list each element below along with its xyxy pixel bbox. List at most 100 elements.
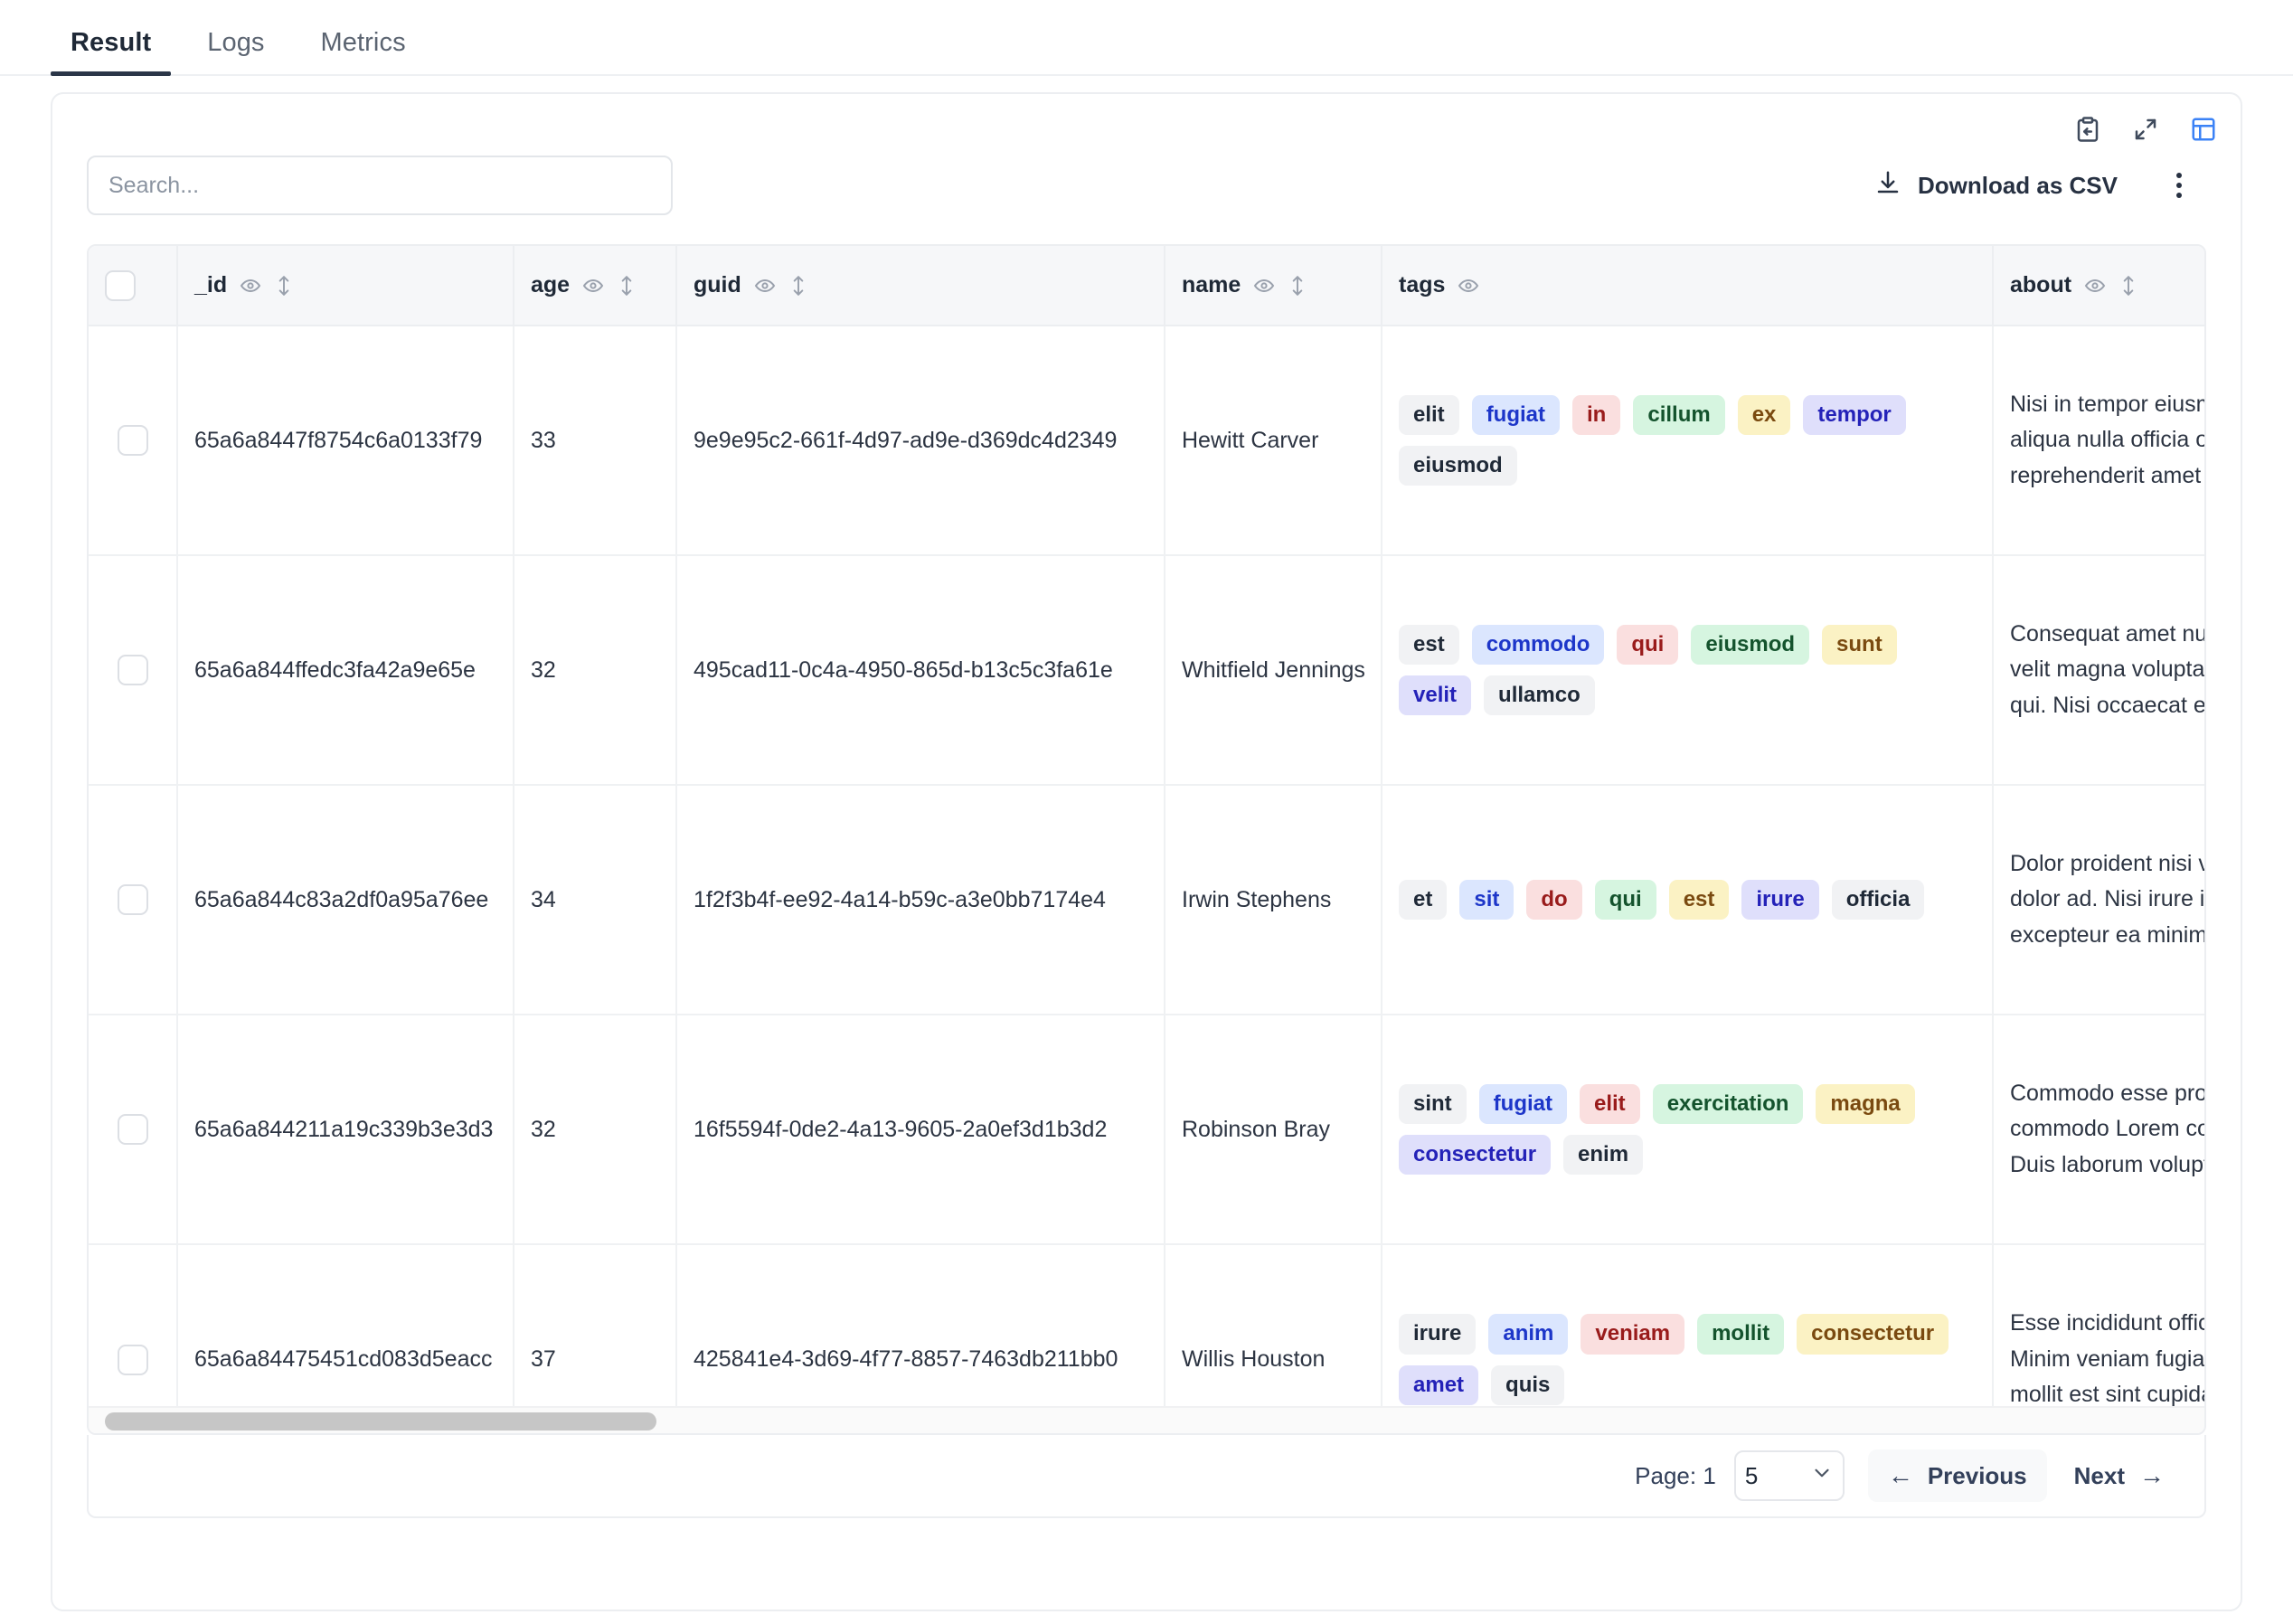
table-row[interactable]: 65a6a844ffedc3fa42a9e65e32495cad11-0c4a-… [89, 555, 2206, 785]
sort-column-name-icon[interactable] [1288, 274, 1307, 297]
table-view-icon[interactable] [2188, 114, 2219, 145]
horizontal-scrollbar-thumb[interactable] [105, 1412, 656, 1430]
cell-guid: 16f5594f-0de2-4a13-9605-2a0ef3d1b3d2 [676, 1015, 1165, 1244]
sort-column-age-icon[interactable] [617, 274, 637, 297]
about-line: Commodo esse proident e [2010, 1076, 2206, 1112]
hide-column-age-eye-icon[interactable] [582, 275, 604, 297]
hide-column-tags-eye-icon[interactable] [1458, 275, 1479, 297]
table-header: _id age [89, 246, 2206, 326]
hide-column-id-eye-icon[interactable] [240, 275, 261, 297]
tag-chip: qui [1617, 625, 1678, 665]
download-csv-label: Download as CSV [1918, 172, 2118, 200]
next-page-button[interactable]: Next → [2054, 1449, 2184, 1502]
tag-chip: fugiat [1472, 395, 1560, 435]
result-panel-wrapper: Download as CSV _id [0, 76, 2293, 1611]
column-header-tags[interactable]: tags [1382, 246, 1993, 326]
tag-chip: quis [1491, 1365, 1564, 1405]
row-select-checkbox[interactable] [118, 655, 148, 685]
column-header-id[interactable]: _id [177, 246, 514, 326]
select-all-checkbox[interactable] [105, 270, 136, 301]
tag-chip: eiusmod [1399, 446, 1517, 486]
about-line: Dolor proident nisi voluptat [2010, 846, 2206, 883]
cell-tags: sintfugiatelitexercitationmagnaconsectet… [1382, 1015, 1993, 1244]
expand-fullscreen-icon[interactable] [2130, 114, 2161, 145]
cell-name: Hewitt Carver [1165, 326, 1382, 555]
tag-chip: consectetur [1797, 1314, 1949, 1354]
row-select-checkbox[interactable] [118, 1114, 148, 1145]
about-line: commodo Lorem consequa [2010, 1111, 2206, 1147]
tag-chip: mollit [1697, 1314, 1784, 1354]
next-page-label: Next [2074, 1462, 2125, 1490]
row-select-cell [89, 555, 177, 785]
page-size-select[interactable]: 5 [1734, 1450, 1845, 1501]
cell-guid: 1f2f3b4f-ee92-4a14-b59c-a3e0bb7174e4 [676, 785, 1165, 1015]
tab-result[interactable]: Result [51, 28, 171, 74]
row-select-checkbox[interactable] [118, 425, 148, 456]
cell-id: 65a6a844ffedc3fa42a9e65e [177, 555, 514, 785]
about-line: qui. Nisi occaecat et enim a [2010, 688, 2206, 724]
cell-id: 65a6a8447f8754c6a0133f79 [177, 326, 514, 555]
about-line: Minim veniam fugiat comm [2010, 1342, 2206, 1378]
table-row[interactable]: 65a6a844211a19c339b3e3d33216f5594f-0de2-… [89, 1015, 2206, 1244]
panel-icon-group [2072, 114, 2219, 145]
cell-age: 32 [514, 1015, 676, 1244]
tag-chip: tempor [1803, 395, 1905, 435]
column-header-age[interactable]: age [514, 246, 676, 326]
tag-chip: sit [1459, 880, 1514, 920]
download-csv-button[interactable]: Download as CSV [1862, 160, 2130, 212]
sort-column-guid-icon[interactable] [788, 274, 808, 297]
search-input[interactable] [87, 156, 673, 215]
column-header-about-label: about [2010, 272, 2071, 298]
table-scroll-container[interactable]: _id age [87, 244, 2206, 1435]
cell-about: Consequat amet nulla sit avelit magna vo… [1993, 555, 2206, 785]
cell-id: 65a6a844c83a2df0a95a76ee [177, 785, 514, 1015]
hide-column-guid-eye-icon[interactable] [754, 275, 776, 297]
table-row[interactable]: 65a6a844c83a2df0a95a76ee341f2f3b4f-ee92-… [89, 785, 2206, 1015]
table-row[interactable]: 65a6a8447f8754c6a0133f79339e9e95c2-661f-… [89, 326, 2206, 555]
table-footer: Page: 1 5 ← Previous Next → [87, 1435, 2206, 1518]
sort-column-id-icon[interactable] [274, 274, 294, 297]
cell-guid: 9e9e95c2-661f-4d97-ad9e-d369dc4d2349 [676, 326, 1165, 555]
hide-column-about-eye-icon[interactable] [2084, 275, 2106, 297]
controls-right-group: Download as CSV [1862, 160, 2204, 212]
previous-page-button[interactable]: ← Previous [1868, 1449, 2047, 1502]
hide-column-name-eye-icon[interactable] [1253, 275, 1275, 297]
cell-name: Whitfield Jennings [1165, 555, 1382, 785]
tab-result-label: Result [71, 28, 151, 57]
about-line: aliqua nulla officia officia. A [2010, 422, 2206, 458]
cell-about: Nisi in tempor eiusmod nullaliqua nulla … [1993, 326, 2206, 555]
tab-logs-label: Logs [207, 28, 264, 57]
tag-chip: irure [1399, 1314, 1476, 1354]
horizontal-scrollbar[interactable] [89, 1406, 2204, 1433]
about-line: Esse incididunt officia adip [2010, 1306, 2206, 1342]
cell-name: Robinson Bray [1165, 1015, 1382, 1244]
tag-chip: ullamco [1484, 675, 1595, 715]
row-select-checkbox[interactable] [118, 1345, 148, 1375]
tab-metrics[interactable]: Metrics [301, 28, 426, 74]
column-header-guid[interactable]: guid [676, 246, 1165, 326]
tag-chip: do [1526, 880, 1581, 920]
tag-chip: amet [1399, 1365, 1478, 1405]
tag-chip: est [1669, 880, 1730, 920]
tag-chip: et [1399, 880, 1447, 920]
sort-column-about-icon[interactable] [2118, 274, 2138, 297]
row-select-checkbox[interactable] [118, 884, 148, 915]
column-header-name[interactable]: name [1165, 246, 1382, 326]
arrow-left-icon: ← [1888, 1461, 1913, 1490]
row-select-cell [89, 326, 177, 555]
chevron-down-icon [1810, 1461, 1834, 1491]
column-header-about[interactable]: about [1993, 246, 2206, 326]
tab-bar: Result Logs Metrics [0, 0, 2293, 76]
tag-list: etsitdoquiestirureofficia [1399, 880, 1976, 920]
column-header-age-label: age [531, 272, 570, 298]
tag-list: sintfugiatelitexercitationmagnaconsectet… [1399, 1084, 1976, 1176]
tab-logs[interactable]: Logs [187, 28, 284, 74]
tag-chip: anim [1488, 1314, 1568, 1354]
tag-chip: officia [1832, 880, 1925, 920]
clipboard-import-icon[interactable] [2072, 114, 2103, 145]
kebab-menu-icon[interactable] [2159, 162, 2199, 209]
table-header-row: _id age [89, 246, 2206, 326]
tag-chip: fugiat [1479, 1084, 1567, 1124]
tag-chip: magna [1816, 1084, 1914, 1124]
result-panel: Download as CSV _id [51, 92, 2242, 1611]
